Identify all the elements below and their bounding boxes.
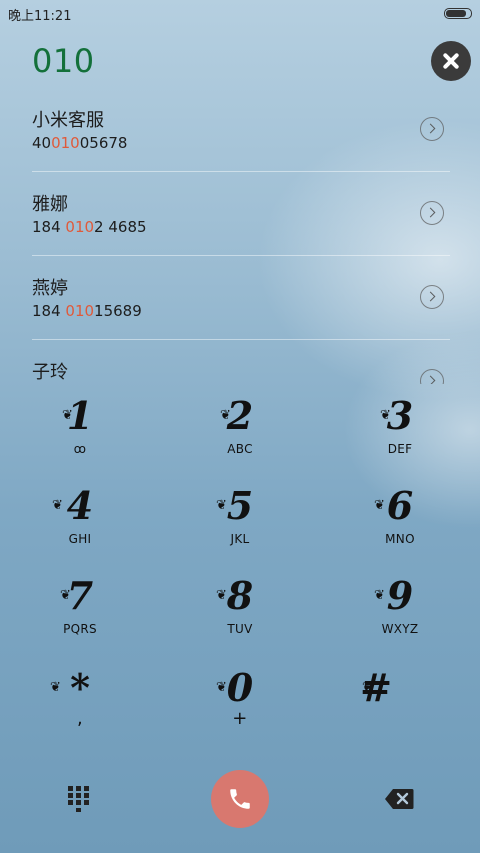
chevron-right-icon[interactable] bbox=[420, 285, 444, 309]
key-letters: ABC bbox=[227, 442, 253, 456]
chevron-right-icon[interactable] bbox=[420, 369, 444, 384]
contact-results-list[interactable]: 小米客服 4001005678 雅娜 184 0102 4685 燕婷 184 … bbox=[0, 88, 480, 384]
call-button[interactable] bbox=[211, 770, 269, 828]
number-part: 40 bbox=[32, 134, 52, 152]
list-item[interactable]: 雅娜 184 0102 4685 bbox=[0, 172, 480, 256]
number-part: 2 4685 bbox=[94, 218, 147, 236]
chevron-right-icon[interactable] bbox=[420, 117, 444, 141]
number-part: 05678 bbox=[79, 134, 128, 152]
key-2[interactable]: ❦ 2 ABC bbox=[160, 392, 320, 482]
contact-number: 184 0102 4685 bbox=[32, 218, 147, 236]
key-digit: 5 bbox=[226, 483, 254, 528]
status-bar: 晚上11:21 bbox=[0, 0, 480, 26]
dialed-number: 010 bbox=[32, 42, 95, 80]
number-part: 15689 bbox=[94, 302, 142, 320]
key-digit: # bbox=[360, 665, 392, 710]
key-digit: 1 bbox=[66, 393, 94, 438]
key-letters: JKL bbox=[230, 532, 250, 546]
key-digit: 4 bbox=[66, 483, 94, 528]
key-digit: 3 bbox=[386, 393, 414, 438]
key-9[interactable]: ❦ 9 WXYZ bbox=[320, 572, 480, 662]
key-star[interactable]: ❦ * , bbox=[0, 664, 160, 754]
dialpad-icon[interactable] bbox=[66, 784, 94, 816]
number-match: 010 bbox=[65, 218, 95, 236]
key-digit: 7 bbox=[66, 573, 94, 618]
voicemail-icon: ꝏ bbox=[73, 442, 87, 456]
key-3[interactable]: ❦ 3 DEF bbox=[320, 392, 480, 482]
phone-icon bbox=[230, 789, 250, 809]
bottom-action-bar bbox=[0, 760, 480, 840]
key-letters: MNO bbox=[385, 532, 415, 546]
key-letters: DEF bbox=[387, 442, 413, 456]
key-digit: 9 bbox=[386, 573, 414, 618]
key-digit: 6 bbox=[386, 483, 414, 528]
key-digit: 2 bbox=[226, 393, 254, 438]
contact-name: 小米客服 bbox=[32, 110, 104, 131]
contact-name: 雅娜 bbox=[32, 194, 68, 215]
key-letters: WXYZ bbox=[381, 622, 419, 636]
key-letters: TUV bbox=[227, 622, 253, 636]
key-6[interactable]: ❦ 6 MNO bbox=[320, 482, 480, 572]
contact-number: 184 01015689 bbox=[32, 302, 142, 320]
key-hash[interactable]: ❦ # bbox=[296, 664, 456, 754]
close-icon[interactable] bbox=[431, 41, 471, 81]
chevron-right-icon[interactable] bbox=[420, 201, 444, 225]
list-item[interactable]: 小米客服 4001005678 bbox=[0, 88, 480, 172]
key-8[interactable]: ❦ 8 TUV bbox=[160, 572, 320, 662]
number-part: 184 bbox=[32, 302, 66, 320]
key-digit: 8 bbox=[226, 573, 254, 618]
number-match: 010 bbox=[65, 302, 95, 320]
backspace-icon[interactable] bbox=[384, 788, 414, 810]
contact-name: 子玲 bbox=[32, 362, 68, 383]
key-5[interactable]: ❦ 5 JKL bbox=[160, 482, 320, 572]
key-letters: GHI bbox=[68, 532, 92, 546]
battery-level bbox=[446, 10, 466, 17]
list-item[interactable]: 燕婷 184 01015689 bbox=[0, 256, 480, 340]
dial-keypad: ❦ 1 ꝏ ❦ 2 ABC ❦ 3 DEF ❦ 4 GHI ❦ 5 JKL ❦ … bbox=[0, 392, 480, 752]
contact-name: 燕婷 bbox=[32, 278, 68, 299]
key-digit: * bbox=[70, 665, 90, 710]
key-4[interactable]: ❦ 4 GHI bbox=[0, 482, 160, 572]
contact-number: 4001005678 bbox=[32, 134, 127, 152]
number-match: 010 bbox=[51, 134, 80, 152]
key-letters: PQRS bbox=[63, 622, 97, 636]
key-letters: , bbox=[76, 708, 84, 729]
number-part: 184 bbox=[32, 218, 66, 236]
key-7[interactable]: ❦ 7 PQRS bbox=[0, 572, 160, 662]
battery-icon bbox=[444, 8, 472, 19]
list-item[interactable]: 子玲 bbox=[0, 340, 480, 384]
status-time: 晚上11:21 bbox=[8, 9, 72, 24]
key-1[interactable]: ❦ 1 ꝏ bbox=[0, 392, 160, 482]
